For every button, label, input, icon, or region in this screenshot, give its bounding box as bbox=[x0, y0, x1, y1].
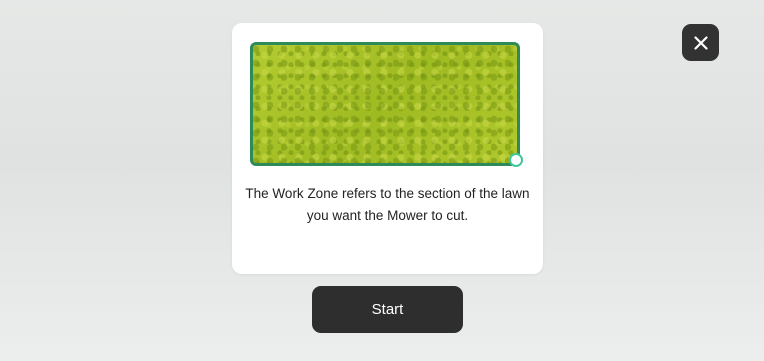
work-zone-description: The Work Zone refers to the section of t… bbox=[245, 186, 530, 223]
start-button[interactable]: Start bbox=[312, 286, 463, 333]
close-button[interactable] bbox=[682, 24, 719, 61]
zone-corner-handle[interactable] bbox=[509, 153, 523, 167]
work-zone-info-card: The Work Zone refers to the section of t… bbox=[232, 23, 543, 274]
work-zone-lawn-illustration bbox=[250, 42, 520, 166]
close-icon bbox=[693, 35, 708, 50]
